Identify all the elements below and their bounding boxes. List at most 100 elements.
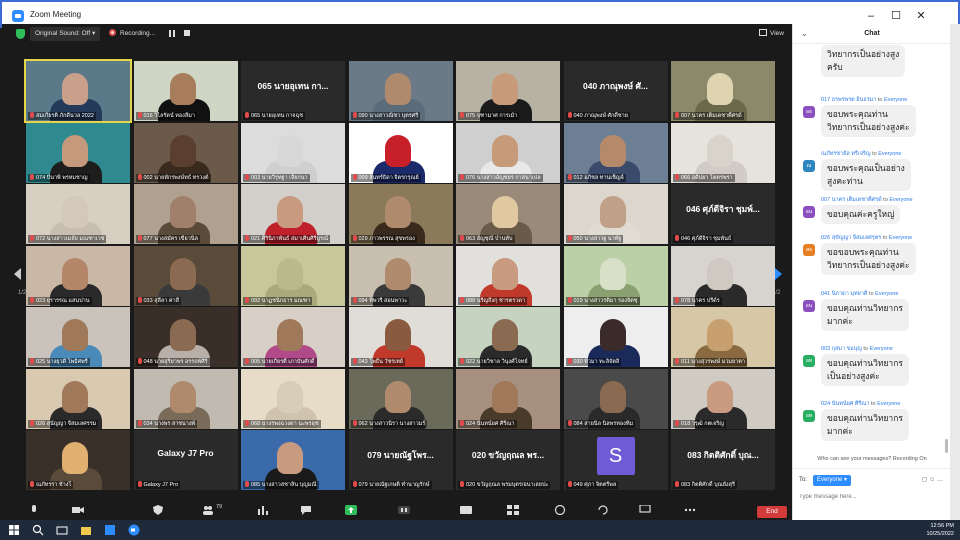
participant-tile[interactable]: 024 นันทน์ยศ ศิรีณา (456, 368, 560, 429)
participant-name-label: 007 นาคร เต็มเดชาติ์ศรด์ (673, 112, 744, 120)
apps-icon[interactable] (597, 505, 609, 515)
end-meeting-button[interactable]: End (757, 506, 787, 518)
meeting-area: Original Sound: Off ▾ Recording... View … (2, 24, 792, 504)
participant-tile[interactable]: 062 นางสาวนิรา นางสาวมร์ (348, 368, 453, 429)
breakout-rooms-icon[interactable] (507, 505, 519, 515)
participant-tile[interactable]: 050 นางสาวฐ นาทัฐ (563, 184, 668, 244)
muted-microphone-icon (460, 419, 464, 426)
chat-message-list[interactable]: วิทยากรเป็นอย่างสูง ครับ 017 ธรพรพรต อินธ… (793, 44, 951, 454)
share-screen-icon[interactable] (345, 505, 357, 515)
participant-tile[interactable]: 020 ขวัญฤณล พร... 020 ขวัญฤณล พรมบุตร/อนา… (456, 430, 560, 490)
record-pause-icon[interactable] (398, 505, 410, 515)
participant-tile[interactable]: 088 นรีญถึงกุ ช่ารตรวดา (456, 245, 560, 306)
participant-tile[interactable]: 046 ศุภ์ดีจิรา ชุมพ์... 046 ศุภ์ดีจิรา ชุ… (671, 184, 775, 244)
participant-tile[interactable]: 085 นางสาวสชาลิน บุญมณี (241, 430, 345, 490)
chat-message-input[interactable] (799, 491, 945, 503)
close-button[interactable]: ✕ (912, 8, 930, 24)
participant-tile[interactable]: 007 นาคร เต็มเดชาติ์ศรด์ (671, 61, 775, 121)
participant-tile[interactable]: 079 นายณัฐโพร... 079 นายณัฐเกษติ ทำนาญรัก… (348, 430, 453, 490)
original-sound-button[interactable]: Original Sound: Off ▾ (30, 27, 101, 41)
participant-tile[interactable]: 077 นางสมัคร เขียวนิล (133, 184, 238, 244)
emoji-icon[interactable]: ☺ (929, 477, 935, 483)
chat-sender-name[interactable]: 017 ธรพรพรต อินธรมา (821, 97, 876, 103)
search-icon[interactable] (32, 524, 44, 536)
minimize-button[interactable]: – (862, 8, 880, 24)
security-shield-icon[interactable] (16, 29, 25, 39)
participant-tile[interactable]: 002 นายพักรพงษ์ทธ์ ทรวงต์ (133, 122, 238, 183)
chat-icon[interactable] (300, 505, 312, 515)
participant-tile[interactable]: 005 นายเกียรติ์ เภาบันศักดิ์ (241, 307, 345, 367)
maximize-button[interactable]: ☐ (887, 8, 905, 24)
participant-tile[interactable]: 090 นางสาวณิชา บุตรศรี (348, 61, 453, 121)
chat-visibility-notice[interactable]: Who can see your messages? Recording On (793, 456, 951, 462)
participant-tile[interactable]: 021 ศิรินิภาพันธ์ สมาเศินศิรีบูรณ์ (241, 184, 345, 244)
participant-tile[interactable]: 026 สุนัญญา จีสมเลศรรม (26, 368, 130, 429)
more-icon[interactable] (684, 505, 696, 515)
participant-tile[interactable]: 094 ทิพวรี สอนพาวะ (348, 245, 453, 306)
previous-page-icon[interactable] (12, 267, 22, 281)
participant-tile[interactable]: 078 นาคร ปรีด์ร (671, 245, 775, 306)
zoom-app: Zoom Meeting – ☐ ✕ Original Sound: Off ▾… (0, 0, 960, 540)
participant-tile[interactable]: 076 นางสาวอัญชยร กาสนาเปล (456, 122, 560, 183)
participant-tile[interactable]: 083 กิตติศักดิ์ บุณ... 083 กิตติศักดิ์ บุ… (671, 430, 775, 490)
chat-sender-name[interactable]: 024 นันทน์ยศ ศิรีณา (821, 401, 870, 407)
chat-sender-name[interactable]: ณภัทรชายัล ทรีเจริญ (821, 151, 871, 157)
participant-tile[interactable]: S 049 ศุภา จิตตรีพล (563, 430, 668, 490)
microphone-icon[interactable] (28, 505, 40, 515)
participant-tile[interactable]: ณภัทรรา ช้างโ (26, 430, 130, 490)
participant-tile[interactable]: 040 ภาณุพงษ์ ศั... 040 ภาณุพงษ์ ศักดิ์ชาย (563, 61, 668, 121)
polls-icon[interactable] (257, 505, 269, 515)
participant-tile[interactable]: 033 สุลีลา ค่าสี (133, 245, 238, 306)
windows-start-icon[interactable] (8, 524, 20, 536)
participant-tile[interactable]: 009 จันทร์ธิดา จิตรกรุณย์ (348, 122, 453, 183)
chat-sender-avatar: ณ (803, 160, 815, 172)
participant-tile[interactable]: 025 นางยุวดี โพธิศพรี (26, 307, 130, 367)
participant-tile[interactable]: 065 นายอุเทน กา... 065 นายอุเทน กาจฉุช (241, 61, 345, 121)
chat-sender-name[interactable]: 007 นาคร เต็มเดชาติ์ศรด์ (821, 197, 882, 203)
participant-tile[interactable]: 074 บีนาพี พรหมชาญ (26, 122, 130, 183)
participant-tile[interactable]: 034 นางพร สาชนางพ์ (133, 368, 238, 429)
pause-recording-icon[interactable] (169, 30, 175, 37)
store-icon[interactable] (104, 524, 116, 536)
participant-tile[interactable]: 072 นางสาวเมลัย มณฑาเวช (26, 184, 130, 244)
chat-scrollbar[interactable] (945, 439, 948, 453)
participant-tile[interactable]: 030 พี่วมา ทะลิจัตสิ (563, 307, 668, 367)
participant-tile[interactable]: 011 นางสุวรพงษ์ มวมยาตา (671, 307, 775, 367)
file-explorer-icon[interactable] (80, 524, 92, 536)
participant-tile[interactable]: 084 สายนิล นิลพรทองทิม (563, 368, 668, 429)
chat-sender-name[interactable]: 026 สุขัญญา จีสมเลศรุตร (821, 235, 881, 241)
closed-caption-icon[interactable] (460, 505, 472, 515)
recipient-select[interactable]: Everyone ▾ (813, 475, 852, 486)
view-button[interactable]: View (759, 28, 784, 40)
participant-tile[interactable]: 003 นายวีรุทฐา เจียกนา (241, 122, 345, 183)
participant-tile[interactable]: Galaxy J7 Pro Galaxy J7 Pro (133, 430, 238, 490)
stop-recording-icon[interactable] (184, 30, 190, 36)
participant-tile[interactable]: 048 นายสุริยาพร อรรถพ์ศิริ (133, 307, 238, 367)
participant-tile[interactable]: 043 โพธิ์น วัชรเทย์ (348, 307, 453, 367)
security-icon[interactable] (152, 505, 164, 515)
participant-tile[interactable]: 092 นาฏชนิกธาร มณฑา (241, 245, 345, 306)
taskbar-clock[interactable]: 12:56 PM 10/25/2022 (926, 522, 954, 538)
reactions-icon[interactable] (554, 505, 566, 515)
participant-tile[interactable]: 029 ภาวพรรณ สุขพรอง (348, 184, 453, 244)
participant-tile[interactable]: 022 นายวิชาล วินุงศ์โจทย์ (456, 307, 560, 367)
zoom-taskbar-icon[interactable] (128, 524, 140, 536)
participant-tile[interactable]: 075 จุฑามาศ การเม้า (456, 61, 560, 121)
participant-tile[interactable]: 018 วรุฒิ กตเจริญ (671, 368, 775, 429)
participant-tile[interactable]: 023 ยุรารรณ แสนปาน (26, 245, 130, 306)
participant-tile[interactable]: 012 อภิชล ทานเช็ญจ์ (563, 122, 668, 183)
participant-tile[interactable]: สมเกียรติ ภักดีนวล 2022 (24, 59, 132, 123)
participant-tile[interactable]: 068 นางรพงฉวงดา นะพรฮุช (241, 368, 345, 429)
participant-tile[interactable]: 066 อดีปยา โตตรพรา (671, 122, 775, 183)
task-view-icon[interactable] (56, 524, 68, 536)
video-camera-icon[interactable] (72, 505, 84, 515)
file-icon[interactable]: ▢ (922, 477, 928, 483)
participants-icon[interactable] (202, 505, 214, 515)
chat-sender-name[interactable]: 003 กุสมา ขอบุญ (821, 346, 862, 352)
participant-tile[interactable]: 063 อัญชุณี บำนทับ (456, 184, 560, 244)
more-options-icon[interactable]: … (937, 477, 943, 483)
participant-tile[interactable]: 016 วิไลรัตน์ ทองลีมา (133, 61, 238, 121)
whiteboard-icon[interactable] (639, 505, 651, 515)
chat-sender-name[interactable]: 041 นิภาดา มุทยาดี (821, 291, 868, 297)
participant-tile[interactable]: 019 นางสาวรติมา รองจิตชุ (563, 245, 668, 306)
